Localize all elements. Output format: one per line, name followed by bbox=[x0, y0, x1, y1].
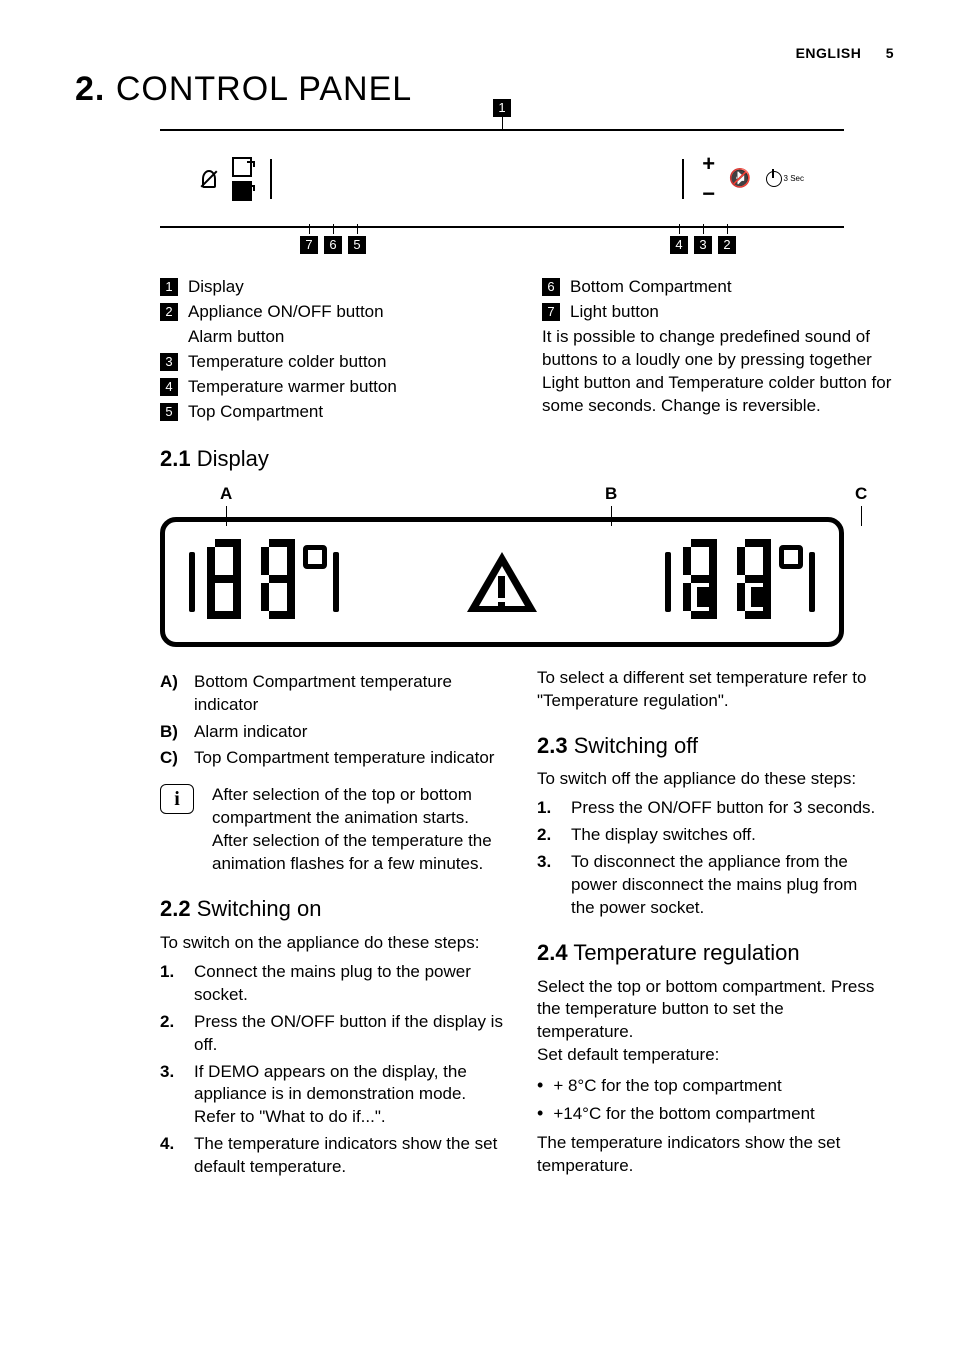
key-right: 6Bottom Compartment 7Light button It is … bbox=[542, 274, 894, 426]
compartment-icons bbox=[232, 157, 252, 201]
callout-row: 7 6 5 4 3 2 bbox=[160, 236, 844, 254]
minus-icon: − bbox=[702, 181, 715, 207]
info-icon: i bbox=[160, 784, 194, 814]
left-column: A)Bottom Compartment temperature indicat… bbox=[160, 667, 507, 1186]
separator bbox=[682, 159, 684, 199]
title-num: 2. bbox=[75, 70, 105, 108]
sec23-steps: 1.Press the ON/OFF button for 3 seconds.… bbox=[537, 797, 884, 920]
control-panel-figure: 1 + − 🔇 3 Sec 7 6 5 bbox=[160, 129, 844, 254]
panel-outline: + − 🔇 3 Sec bbox=[160, 129, 844, 228]
panel-right-group: + − 🔇 3 Sec bbox=[678, 149, 804, 209]
bottom-compartment-icon bbox=[232, 181, 252, 201]
callout-1: 1 bbox=[493, 99, 511, 117]
display-figure: A B C bbox=[160, 484, 844, 647]
top-compartment-icon bbox=[232, 157, 252, 177]
label-a: A bbox=[220, 484, 232, 504]
callout-2: 2 bbox=[718, 236, 736, 254]
page-header: ENGLISH 5 bbox=[796, 45, 894, 61]
sec22-outro: To select a different set temperature re… bbox=[537, 667, 884, 713]
abc-labels: A B C bbox=[160, 484, 844, 509]
sec22-intro: To switch on the appliance do these step… bbox=[160, 932, 507, 955]
section-2-3-head: 2.3 Switching off bbox=[537, 731, 884, 761]
sec22-steps: 1.Connect the mains plug to the power so… bbox=[160, 961, 507, 1179]
sec24-bullets: + 8°C for the top compartment +14°C for … bbox=[537, 1073, 884, 1126]
header-page: 5 bbox=[886, 45, 894, 61]
bottom-temp-indicator bbox=[201, 539, 303, 625]
power-icon bbox=[766, 171, 782, 187]
label-c: C bbox=[855, 484, 867, 504]
section-2-2-head: 2.2 Switching on bbox=[160, 894, 507, 924]
three-sec-label: 3 Sec bbox=[784, 174, 804, 183]
main-title: 2. CONTROL PANEL bbox=[60, 70, 894, 109]
info-note: i After selection of the top or bottom c… bbox=[160, 784, 507, 876]
left-bar bbox=[189, 552, 195, 612]
sec24-p3: The temperature indicators show the set … bbox=[537, 1132, 884, 1178]
lcd-display bbox=[160, 517, 844, 647]
power-group: 3 Sec bbox=[766, 171, 804, 187]
sec24-p2: Set default temperature: bbox=[537, 1044, 884, 1067]
key-legend: 1Display 2Appliance ON/OFF button Alarm … bbox=[60, 274, 894, 426]
callout-7: 7 bbox=[300, 236, 318, 254]
right-bar bbox=[809, 552, 815, 612]
callout-3: 3 bbox=[694, 236, 712, 254]
callout-4: 4 bbox=[670, 236, 688, 254]
label-b: B bbox=[605, 484, 617, 504]
title-text: CONTROL PANEL bbox=[116, 70, 412, 108]
alarm-icon: 🔇 bbox=[729, 168, 751, 189]
display-key-list: A)Bottom Compartment temperature indicat… bbox=[160, 671, 507, 771]
panel-left-group bbox=[200, 149, 276, 209]
top-temp-indicator bbox=[677, 539, 779, 625]
info-text: After selection of the top or bottom com… bbox=[212, 784, 507, 876]
section-2-4-head: 2.4 Temperature regulation bbox=[537, 938, 884, 968]
temp-buttons: + − bbox=[702, 151, 715, 207]
key-left: 1Display 2Appliance ON/OFF button Alarm … bbox=[160, 274, 512, 426]
header-lang: ENGLISH bbox=[796, 45, 862, 61]
right-column: To select a different set temperature re… bbox=[537, 667, 884, 1186]
degree-icon bbox=[303, 545, 327, 569]
sec24-p1: Select the top or bottom compartment. Pr… bbox=[537, 976, 884, 1045]
section-2-1-head: 2.1 Display bbox=[60, 446, 894, 472]
separator bbox=[270, 159, 272, 199]
callout-5: 5 bbox=[348, 236, 366, 254]
bar bbox=[665, 552, 671, 612]
alarm-triangle-icon bbox=[467, 552, 537, 612]
degree-icon bbox=[779, 545, 803, 569]
plus-icon: + bbox=[702, 151, 715, 177]
sound-note: It is possible to change predefined soun… bbox=[542, 326, 894, 418]
bar bbox=[333, 552, 339, 612]
content-columns: A)Bottom Compartment temperature indicat… bbox=[60, 667, 894, 1186]
light-off-icon bbox=[200, 170, 218, 188]
sec23-intro: To switch off the appliance do these ste… bbox=[537, 768, 884, 791]
callout-6: 6 bbox=[324, 236, 342, 254]
